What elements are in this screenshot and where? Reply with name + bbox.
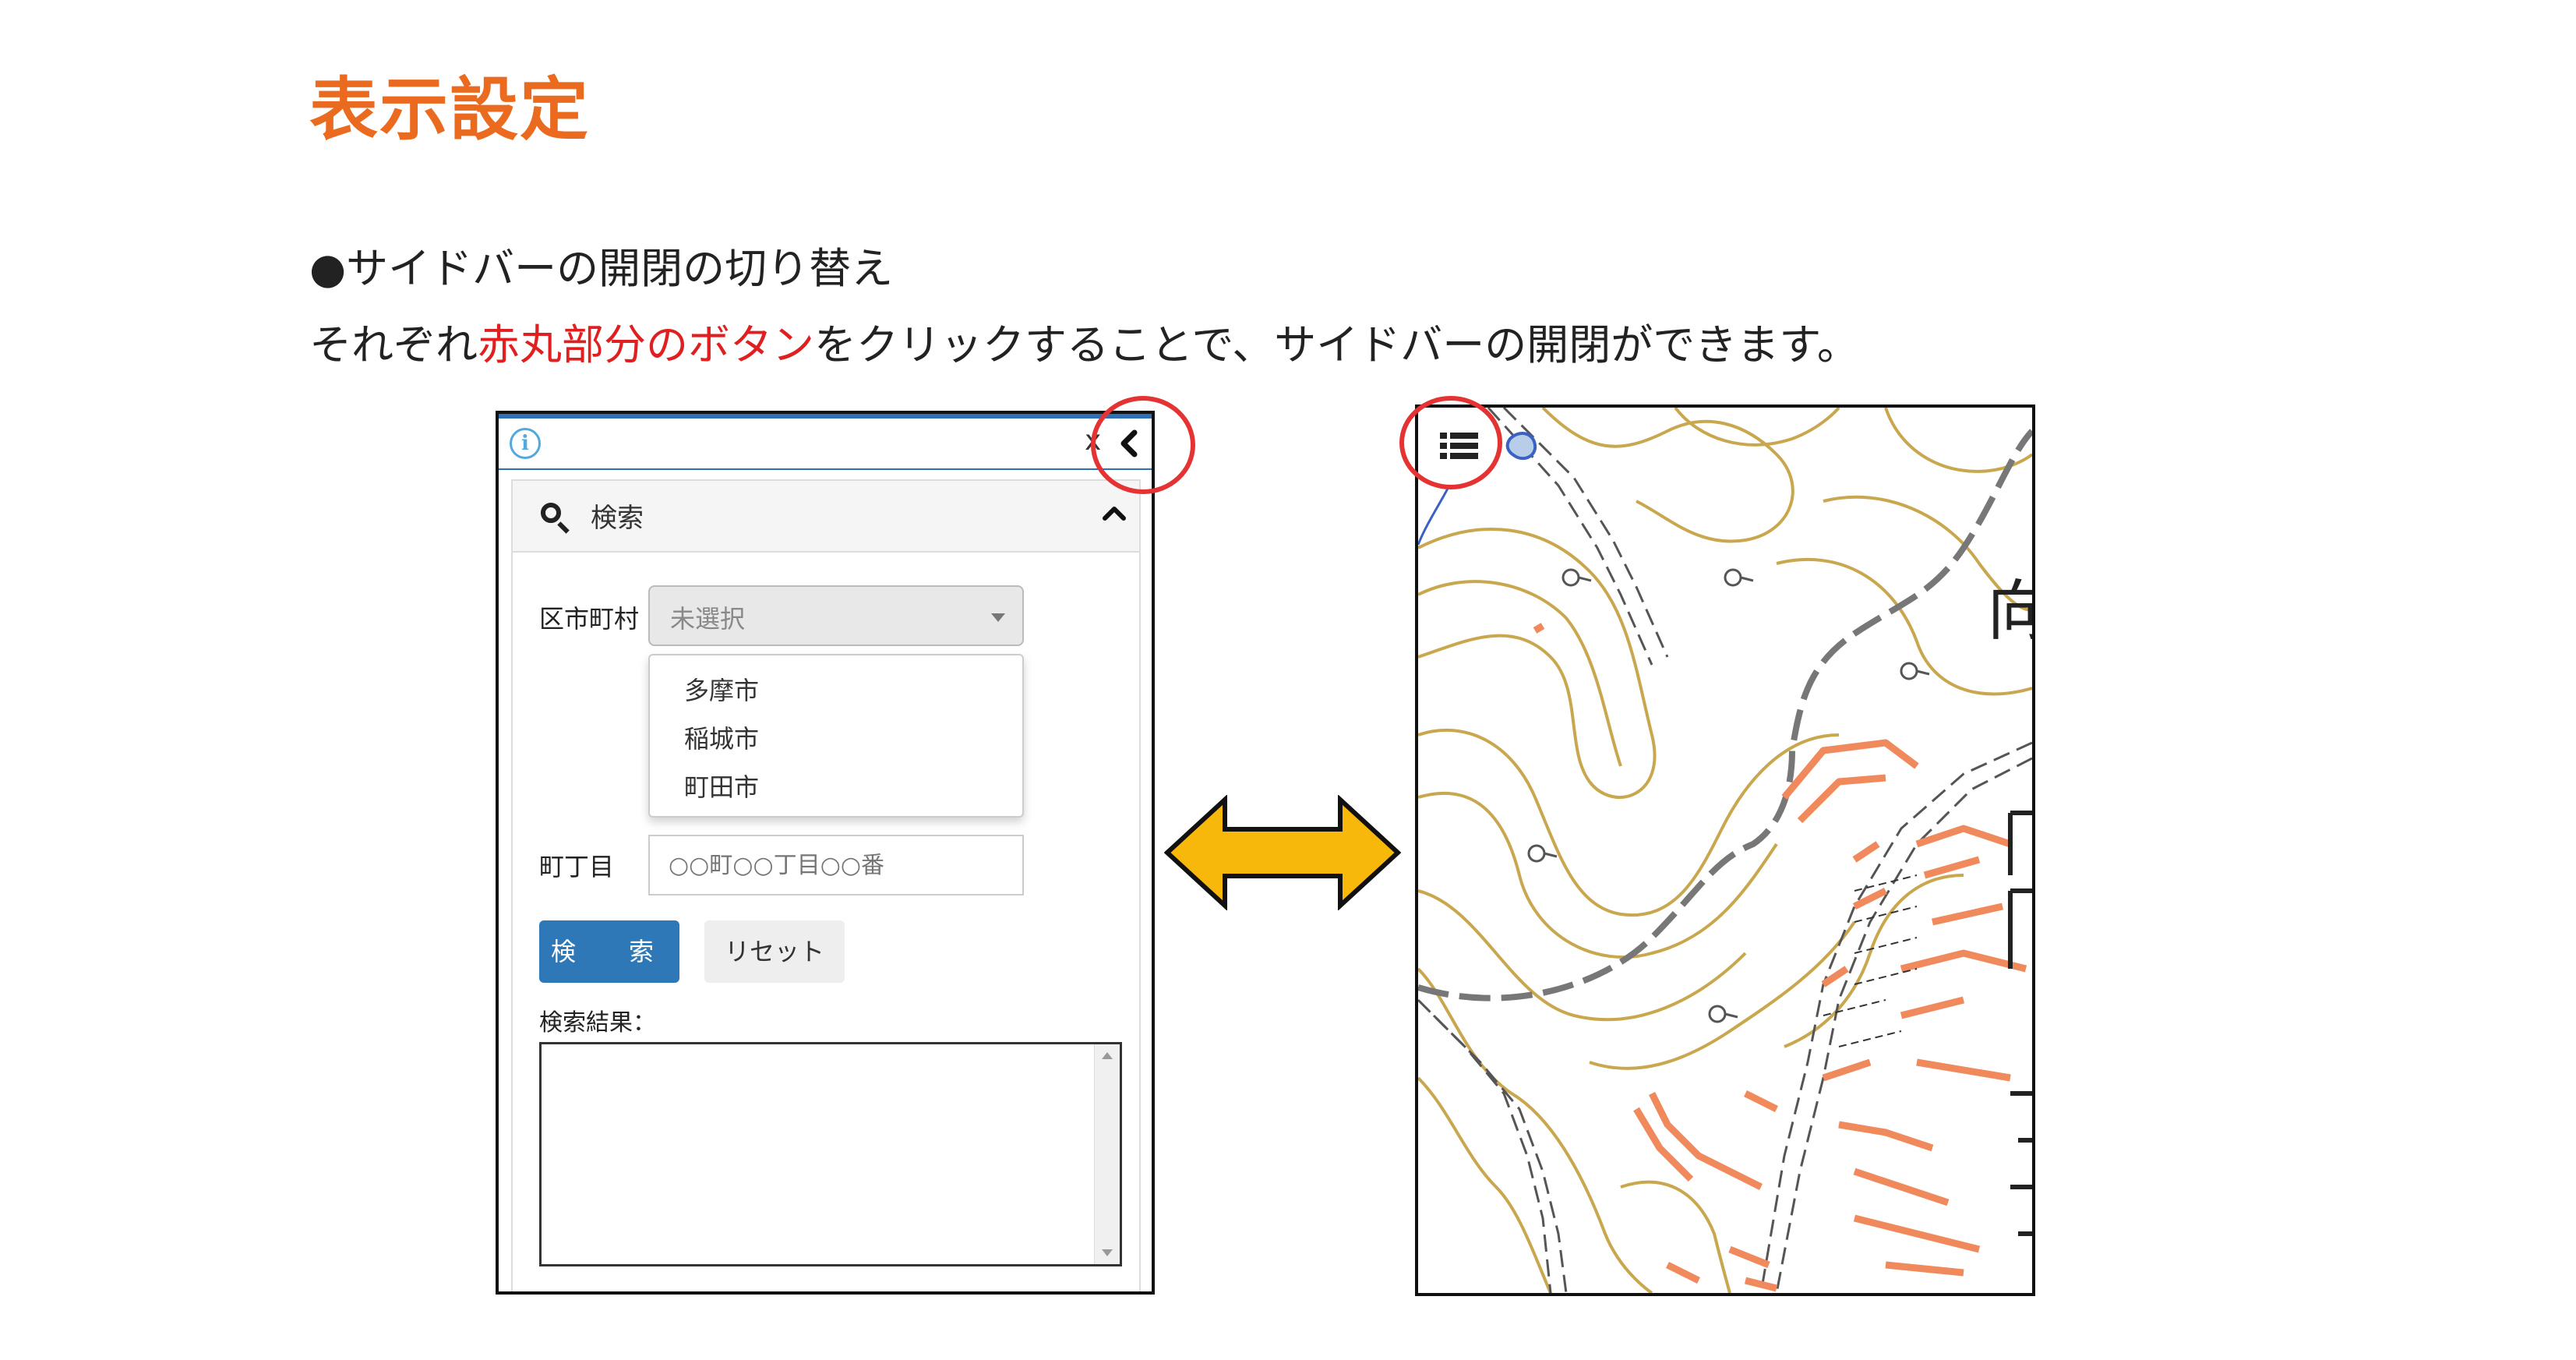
page-title: 表示設定 bbox=[309, 69, 591, 150]
ward-option[interactable]: 町田市 bbox=[684, 768, 759, 804]
sidebar-closed-map-screenshot: 向 bbox=[1415, 404, 2035, 1296]
ward-option[interactable]: 多摩市 bbox=[684, 671, 759, 707]
double-arrow-icon bbox=[1164, 795, 1401, 910]
ward-select[interactable]: 未選択 bbox=[648, 585, 1024, 646]
sidebar-top-bar: i x bbox=[499, 414, 1152, 470]
chome-label: 町丁目 bbox=[539, 852, 615, 881]
reset-button[interactable]: リセット bbox=[704, 920, 845, 983]
search-panel-header[interactable]: 検索 bbox=[513, 481, 1139, 553]
description-text: それぞれ赤丸部分のボタンをクリックすることで、サイドバーの開閉ができます。 bbox=[309, 310, 1859, 372]
search-button[interactable]: 検 索 bbox=[539, 920, 679, 983]
description-prefix: それぞれ bbox=[309, 320, 478, 369]
caret-down-icon bbox=[991, 613, 1005, 622]
scroll-up-icon[interactable] bbox=[1102, 1052, 1113, 1059]
highlight-circle-open bbox=[1399, 396, 1502, 489]
map-label-partial: 向 bbox=[1987, 573, 2032, 649]
description-highlight: 赤丸部分のボタン bbox=[478, 320, 814, 369]
ward-dropdown: 多摩市 稲城市 町田市 bbox=[648, 654, 1024, 818]
ward-label: 区市町村 bbox=[539, 604, 640, 634]
info-icon[interactable]: i bbox=[510, 428, 541, 459]
highlight-circle-collapse bbox=[1091, 396, 1195, 494]
sidebar-open-screenshot: i x 検索 区市町村 未選択 多摩市 稲城市 町田市 町丁目 ○○町○○丁目○… bbox=[496, 411, 1155, 1295]
search-panel-title: 検索 bbox=[591, 503, 644, 534]
chome-input[interactable] bbox=[650, 836, 1022, 894]
description-suffix: をクリックすることで、サイドバーの開閉ができます。 bbox=[814, 320, 1859, 369]
chevron-up-icon[interactable] bbox=[1099, 496, 1130, 535]
topographic-map: 向 bbox=[1418, 408, 2032, 1293]
scroll-down-icon[interactable] bbox=[1102, 1249, 1113, 1256]
results-textarea[interactable] bbox=[539, 1042, 1122, 1266]
ward-select-value: 未選択 bbox=[670, 604, 746, 634]
ward-option[interactable]: 稲城市 bbox=[684, 719, 759, 755]
section-title: ●サイドバーの開閉の切り替え bbox=[309, 244, 894, 293]
search-panel: 検索 区市町村 未選択 多摩市 稲城市 町田市 町丁目 検 索 リセット 検索結… bbox=[511, 479, 1141, 1291]
results-label: 検索結果： bbox=[539, 1009, 656, 1037]
chevron-up-svg bbox=[1103, 507, 1126, 521]
search-icon bbox=[541, 503, 561, 523]
results-scrollbar[interactable] bbox=[1094, 1044, 1120, 1264]
chome-field-wrapper bbox=[648, 835, 1024, 895]
